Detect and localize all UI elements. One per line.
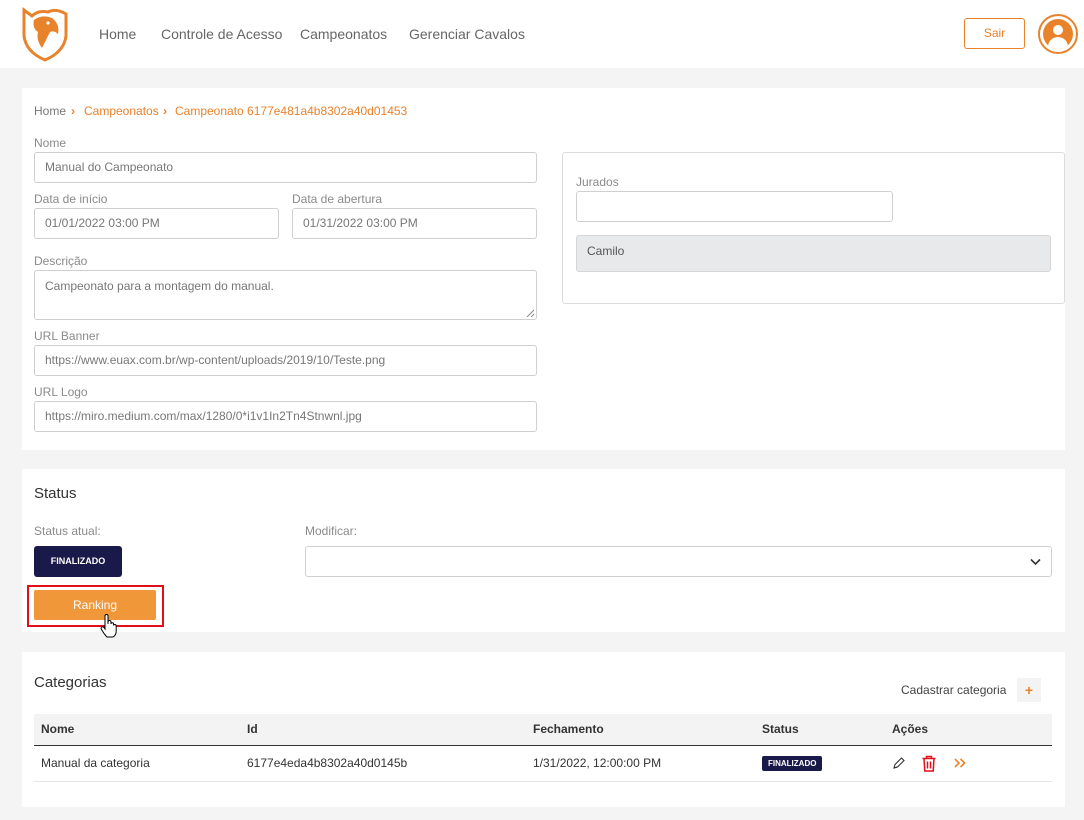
categories-table: Nome Id Fechamento Status Ações Manual d… [34,714,1052,782]
trash-icon[interactable] [921,755,937,772]
top-navbar: Home Controle de Acesso Campeonatos Gere… [0,0,1084,68]
nav-manage-horses[interactable]: Gerenciar Cavalos [409,26,525,42]
logout-button[interactable]: Sair [964,18,1025,49]
column-header-closing: Fechamento [526,714,755,746]
judges-label: Jurados [576,175,619,189]
name-label: Nome [34,136,67,150]
nav-home[interactable]: Home [99,26,136,42]
table-header-row: Nome Id Fechamento Status Ações [34,714,1052,746]
category-id-cell: 6177e4eda4b8302a40d0145b [240,745,526,782]
current-status-label: Status atual: [34,524,101,538]
modify-status-label: Modificar: [305,524,358,538]
category-closing-cell: 1/31/2022, 12:00:00 PM [526,745,755,782]
status-badge: FINALIZADO [762,756,823,771]
name-input[interactable]: Manual do Campeonato [34,152,537,183]
judges-input[interactable] [576,191,893,222]
ranking-button[interactable]: Ranking [34,590,156,620]
breadcrumb-home[interactable]: Home [34,104,66,118]
description-text: Campeonato para a montagem do manual. [45,279,274,293]
pencil-icon[interactable] [892,756,906,770]
judges-panel [562,152,1065,304]
resize-handle-icon[interactable] [526,309,534,317]
current-status-badge: FINALIZADO [34,546,122,577]
column-header-id: Id [240,714,526,746]
description-label: Descrição [34,254,88,268]
logo-url-label: URL Logo [34,385,88,399]
judge-item[interactable]: Camilo [576,235,1051,272]
column-header-status: Status [755,714,885,746]
add-category-label[interactable]: Cadastrar categoria [901,683,1006,697]
open-date-label: Data de abertura [292,192,383,206]
category-actions-cell [885,745,1052,782]
description-textarea[interactable]: Campeonato para a montagem do manual. [34,270,537,320]
judge-name: Camilo [587,244,625,258]
table-row: Manual da categoria 6177e4eda4b8302a40d0… [34,745,1052,782]
status-title: Status [34,485,77,502]
user-avatar-icon[interactable] [1038,14,1078,54]
start-date-input[interactable]: 01/01/2022 03:00 PM [34,208,279,239]
chevron-right-icon: › [163,104,167,118]
logo-url-input[interactable]: https://miro.medium.com/max/1280/0*i1v1I… [34,401,537,432]
open-date-input[interactable]: 01/31/2022 03:00 PM [292,208,537,239]
nav-championships[interactable]: Campeonatos [300,26,387,42]
category-status-cell: FINALIZADO [755,745,885,782]
banner-url-label: URL Banner [34,329,100,343]
start-date-label: Data de início [34,192,108,206]
modify-status-select[interactable] [305,546,1052,577]
double-chevron-right-icon[interactable] [953,757,967,769]
hand-cursor-icon [100,614,117,638]
category-name-cell: Manual da categoria [34,745,240,782]
breadcrumb-championships[interactable]: Campeonatos [84,104,159,118]
column-header-name: Nome [34,714,240,746]
breadcrumb-current: Campeonato 6177e481a4b8302a40d01453 [175,104,408,118]
banner-url-input[interactable]: https://www.euax.com.br/wp-content/uploa… [34,345,537,376]
categories-title: Categorias [34,674,107,691]
chevron-right-icon: › [71,104,75,118]
column-header-actions: Ações [885,714,1052,746]
plus-icon[interactable]: + [1017,678,1041,702]
horse-logo-icon[interactable] [20,6,70,62]
chevron-down-icon [1030,558,1041,566]
nav-access-control[interactable]: Controle de Acesso [161,26,282,42]
